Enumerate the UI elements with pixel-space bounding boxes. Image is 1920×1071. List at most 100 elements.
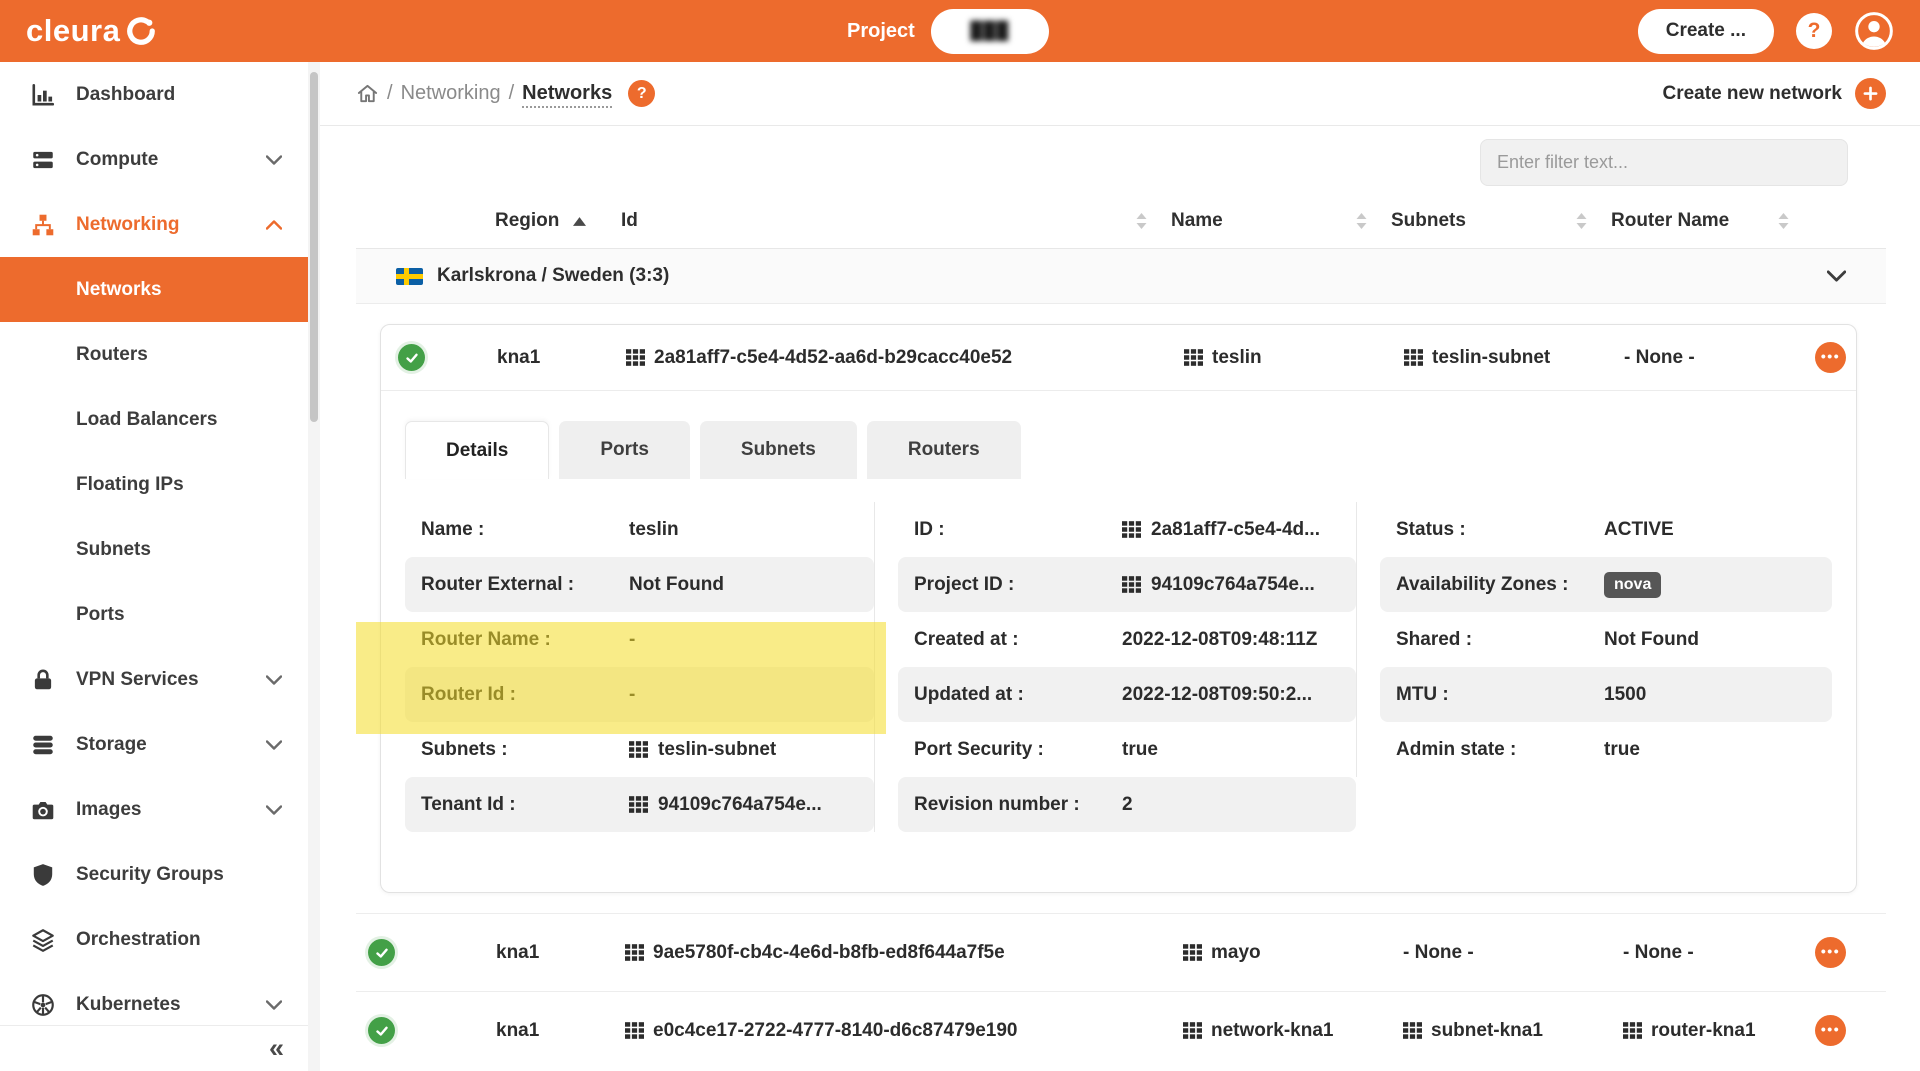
- column-header-router-name[interactable]: Router Name: [1611, 210, 1801, 232]
- sidebar-item-storage[interactable]: Storage: [0, 712, 308, 777]
- sidebar-label: Subnets: [76, 539, 151, 561]
- sidebar-item-networks[interactable]: Networks: [0, 257, 308, 322]
- detail-field: Status :ACTIVE: [1380, 502, 1832, 557]
- sidebar-item-subnets[interactable]: Subnets: [0, 517, 308, 582]
- grid-icon: [1403, 1022, 1422, 1039]
- field-value: true: [1604, 739, 1640, 761]
- create-new-network-label[interactable]: Create new network: [1663, 83, 1843, 105]
- grid-icon: [626, 349, 645, 366]
- sidebar-label: Images: [76, 799, 141, 821]
- column-header-name[interactable]: Name: [1171, 210, 1391, 232]
- status-cell: [356, 939, 446, 966]
- row-actions-button[interactable]: •••: [1815, 342, 1846, 373]
- row-actions-button[interactable]: •••: [1815, 1015, 1846, 1046]
- sort-icon[interactable]: [1356, 213, 1367, 229]
- table-row[interactable]: kna1 2a81aff7-c5e4-4d52-aa6d-b29cacc40e5…: [381, 325, 1856, 391]
- chevron-down-icon[interactable]: [1827, 270, 1846, 282]
- user-icon[interactable]: [1854, 11, 1894, 51]
- sidebar-item-security-groups[interactable]: Security Groups: [0, 842, 308, 907]
- field-label: Updated at :: [914, 684, 1122, 706]
- details-panel: Name :teslin Router External :Not Found …: [405, 502, 1832, 832]
- sidebar-item-ports[interactable]: Ports: [0, 582, 308, 647]
- sidebar-item-vpn-services[interactable]: VPN Services: [0, 647, 308, 712]
- breadcrumb-networks[interactable]: Networks: [522, 82, 612, 105]
- filter-input[interactable]: [1480, 139, 1848, 186]
- dashboard-icon: [30, 82, 56, 108]
- availability-zone-badge: nova: [1604, 572, 1661, 598]
- chevron-up-icon: [266, 220, 282, 230]
- sidebar-scrollbar-thumb[interactable]: [310, 72, 318, 422]
- main-content: / Networking / Networks ? Create new net…: [320, 62, 1920, 1071]
- sidebar: Dashboard Compute Networking Networks Ro…: [0, 62, 308, 1071]
- sidebar-item-routers[interactable]: Routers: [0, 322, 308, 387]
- camera-icon: [30, 797, 56, 823]
- field-label: Tenant Id :: [421, 794, 629, 816]
- sidebar-item-orchestration[interactable]: Orchestration: [0, 907, 308, 972]
- breadcrumb-networking[interactable]: Networking: [401, 82, 501, 105]
- chevron-down-icon: [266, 740, 282, 750]
- field-value: 2: [1122, 794, 1133, 816]
- table-header: Region Id Name Subnets Router Name: [356, 194, 1886, 248]
- sidebar-item-load-balancers[interactable]: Load Balancers: [0, 387, 308, 452]
- networks-table-area: Region Id Name Subnets Router Name: [320, 139, 1920, 1069]
- sort-icon[interactable]: [1136, 213, 1147, 229]
- network-name: mayo: [1211, 942, 1261, 964]
- sidebar-label: Ports: [76, 604, 125, 626]
- tab-routers[interactable]: Routers: [867, 421, 1021, 479]
- field-label: Availability Zones :: [1396, 574, 1604, 596]
- name-cell: network-kna1: [1171, 1020, 1391, 1042]
- create-new-network-button[interactable]: [1855, 78, 1886, 109]
- sidebar-label: Networks: [76, 279, 162, 301]
- column-header-region[interactable]: Region: [446, 210, 621, 232]
- project-group: Project ███: [847, 9, 1049, 54]
- compute-icon: [30, 147, 56, 173]
- sidebar-item-networking[interactable]: Networking: [0, 192, 308, 257]
- sort-icon[interactable]: [1778, 213, 1789, 229]
- project-selector[interactable]: ███: [931, 9, 1049, 54]
- grid-icon: [1183, 1022, 1202, 1039]
- sidebar-collapse-button[interactable]: «: [269, 1035, 284, 1062]
- detail-field: MTU :1500: [1380, 667, 1832, 722]
- detail-field: Revision number :2: [898, 777, 1356, 832]
- row-actions-button[interactable]: •••: [1815, 937, 1846, 968]
- column-header-id[interactable]: Id: [621, 210, 1171, 232]
- tab-subnets[interactable]: Subnets: [700, 421, 857, 479]
- field-value: Not Found: [629, 574, 724, 596]
- sidebar-label: Floating IPs: [76, 474, 184, 496]
- sidebar-item-floating-ips[interactable]: Floating IPs: [0, 452, 308, 517]
- sidebar-label: Security Groups: [76, 864, 224, 886]
- column-label: Subnets: [1391, 210, 1466, 232]
- region-group-row[interactable]: Karlskrona / Sweden (3:3): [356, 248, 1886, 304]
- field-label: ID :: [914, 519, 1122, 541]
- region-cell: kna1: [446, 942, 621, 964]
- sidebar-item-compute[interactable]: Compute: [0, 127, 308, 192]
- grid-icon: [1122, 576, 1141, 593]
- field-label: Subnets :: [421, 739, 629, 761]
- table-row[interactable]: kna1 9ae5780f-cb4c-4e6d-b8fb-ed8f644a7f5…: [356, 913, 1886, 991]
- create-button[interactable]: Create ...: [1638, 9, 1774, 54]
- field-value: teslin: [629, 519, 679, 541]
- cleura-logo[interactable]: cleura: [26, 13, 156, 49]
- home-icon[interactable]: [356, 82, 379, 105]
- field-label: Revision number :: [914, 794, 1122, 816]
- tab-details[interactable]: Details: [405, 421, 549, 479]
- help-icon[interactable]: ?: [1796, 13, 1832, 49]
- grid-icon: [1122, 521, 1141, 538]
- chevron-down-icon: [266, 155, 282, 165]
- ellipsis-icon: •••: [1821, 944, 1840, 958]
- field-label: Router Name :: [421, 629, 629, 651]
- tab-ports[interactable]: Ports: [559, 421, 690, 479]
- breadcrumb-help-icon[interactable]: ?: [628, 80, 655, 107]
- sidebar-item-images[interactable]: Images: [0, 777, 308, 842]
- column-header-subnets[interactable]: Subnets: [1391, 210, 1611, 232]
- sidebar-item-dashboard[interactable]: Dashboard: [0, 62, 308, 127]
- table-row[interactable]: kna1 e0c4ce17-2722-4777-8140-d6c87479e19…: [356, 991, 1886, 1069]
- sort-icon[interactable]: [1576, 213, 1587, 229]
- breadcrumb-separator: /: [387, 82, 393, 105]
- breadcrumb-separator: /: [509, 82, 515, 105]
- project-label: Project: [847, 20, 915, 43]
- chevron-down-icon: [266, 675, 282, 685]
- chevron-down-icon: [266, 805, 282, 815]
- region-group-label: Karlskrona / Sweden (3:3): [437, 265, 669, 287]
- sidebar-label: Kubernetes: [76, 994, 181, 1016]
